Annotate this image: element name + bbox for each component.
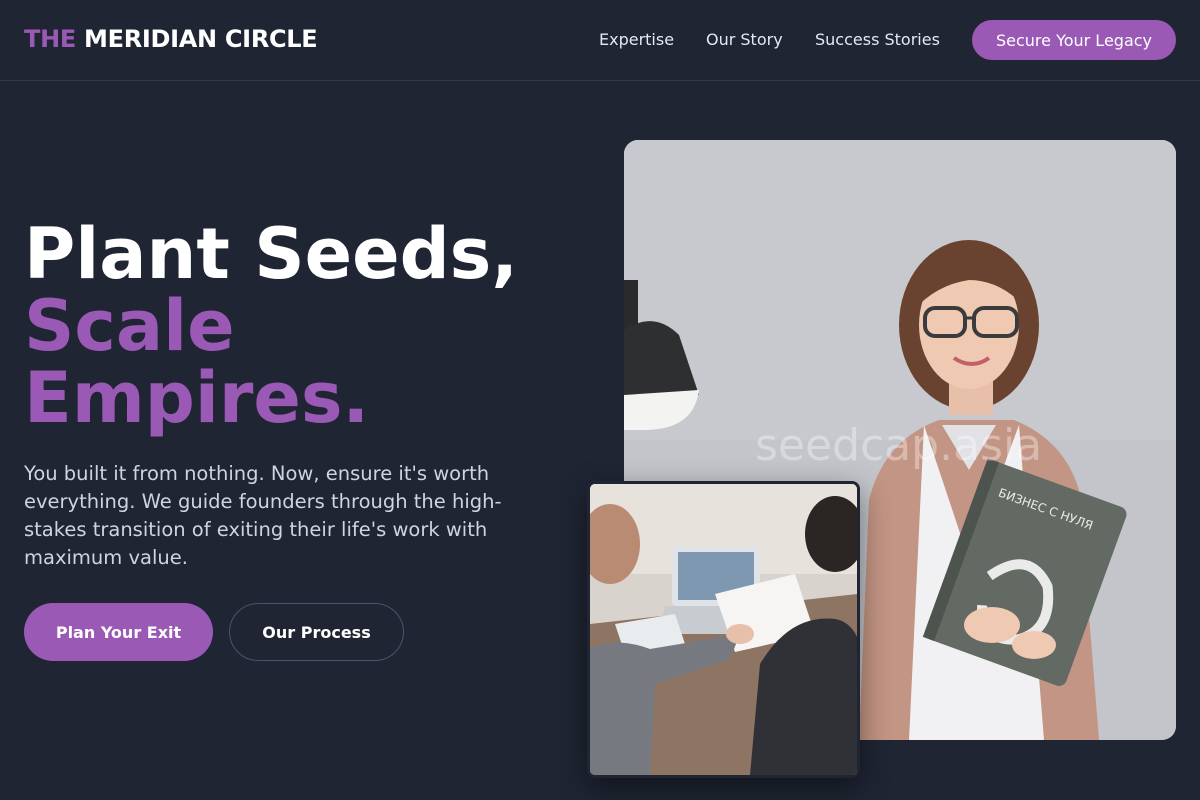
hero-title: Plant Seeds, Scale Empires.: [24, 218, 584, 434]
hero-title-line-3: Empires.: [24, 357, 370, 439]
brand-accent: THE: [24, 25, 76, 53]
meeting-photo: [587, 481, 860, 778]
brand-logo[interactable]: THE MERIDIAN CIRCLE: [24, 25, 318, 53]
secure-legacy-button[interactable]: Secure Your Legacy: [972, 20, 1176, 60]
meeting-photo-illustration: [590, 484, 857, 775]
nav-link-expertise[interactable]: Expertise: [599, 30, 674, 49]
nav-link-success-stories[interactable]: Success Stories: [815, 30, 940, 49]
brand-name: MERIDIAN CIRCLE: [84, 25, 318, 53]
top-navigation: THE MERIDIAN CIRCLE Expertise Our Story …: [0, 0, 1200, 81]
nav-link-our-story[interactable]: Our Story: [706, 30, 783, 49]
plan-exit-button[interactable]: Plan Your Exit: [24, 603, 213, 661]
hero-description: You built it from nothing. Now, ensure i…: [24, 462, 502, 569]
watermark-text: seedcap.asia: [755, 420, 1043, 471]
hero-title-line-2: Scale: [24, 285, 235, 367]
hero-title-line-1: Plant Seeds,: [24, 213, 518, 295]
our-process-button[interactable]: Our Process: [229, 603, 404, 661]
